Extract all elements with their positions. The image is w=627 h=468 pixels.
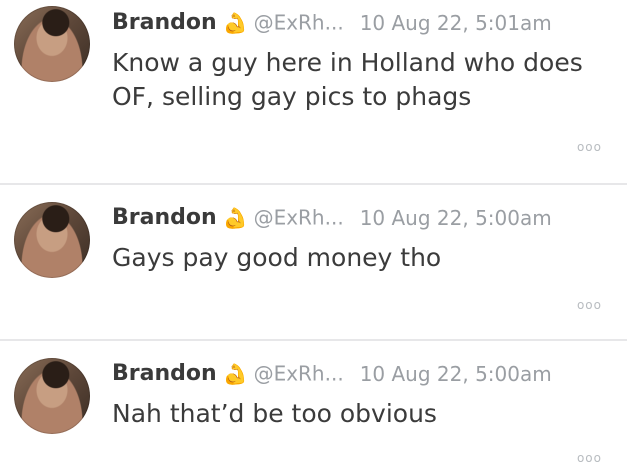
user-handle[interactable]: @ExRh...: [254, 11, 344, 35]
tweet-feed: Brandon 💪 @ExRh... 10 Aug 22, 5:01am Know a…: [0, 0, 627, 468]
flexed-biceps-icon: 💪: [222, 361, 248, 386]
display-name[interactable]: Brandon: [112, 361, 217, 386]
tweet-item[interactable]: Brandon 💪 @ExRh... 10 Aug 22, 5:01am Know a…: [0, 0, 627, 185]
timestamp[interactable]: 10 Aug 22, 5:00am: [360, 206, 552, 230]
timestamp[interactable]: 10 Aug 22, 5:01am: [360, 11, 552, 35]
tweet-text: Know a guy here in Holland who does OF, …: [112, 48, 583, 111]
flexed-biceps-icon: 💪: [222, 205, 248, 230]
user-handle[interactable]: @ExRh...: [254, 206, 344, 230]
tweet-item[interactable]: Brandon 💪 @ExRh... 10 Aug 22, 5:00am Nah th…: [0, 341, 627, 468]
tweet-item[interactable]: Brandon 💪 @ExRh... 10 Aug 22, 5:00am Gays p…: [0, 185, 627, 341]
avatar[interactable]: [14, 358, 90, 434]
flexed-biceps-icon: 💪: [222, 10, 248, 35]
more-options-button[interactable]: ooo: [577, 140, 602, 154]
display-name[interactable]: Brandon: [112, 10, 217, 35]
avatar[interactable]: [14, 202, 90, 278]
tweet-header: Brandon 💪 @ExRh... 10 Aug 22, 5:01am: [112, 10, 552, 44]
tweet-header: Brandon 💪 @ExRh... 10 Aug 22, 5:00am: [112, 361, 552, 395]
avatar[interactable]: [14, 6, 90, 82]
tweet-text: Nah that’d be too obvious: [112, 399, 437, 428]
more-options-button[interactable]: ooo: [577, 451, 602, 465]
user-handle[interactable]: @ExRh...: [254, 362, 344, 386]
timestamp[interactable]: 10 Aug 22, 5:00am: [360, 362, 552, 386]
display-name[interactable]: Brandon: [112, 205, 217, 230]
tweet-header: Brandon 💪 @ExRh... 10 Aug 22, 5:00am: [112, 205, 552, 239]
tweet-text: Gays pay good money tho: [112, 243, 442, 272]
more-options-button[interactable]: ooo: [577, 298, 602, 312]
